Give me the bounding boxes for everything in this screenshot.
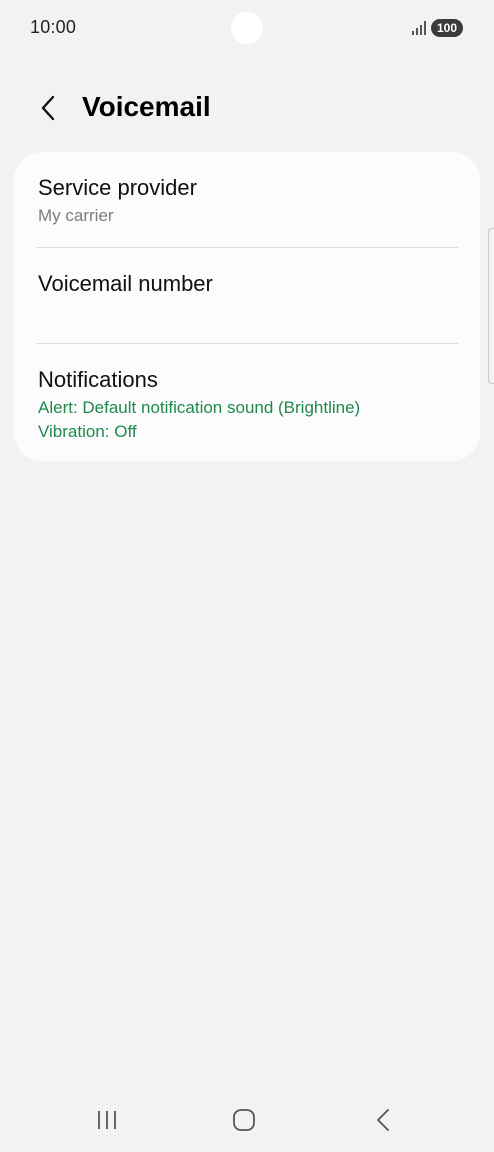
recents-button[interactable]	[87, 1102, 127, 1138]
home-button[interactable]	[224, 1102, 264, 1138]
chevron-left-icon	[41, 95, 55, 121]
settings-card: Service provider My carrier Voicemail nu…	[14, 152, 480, 461]
signal-icon	[412, 21, 426, 35]
service-provider-item[interactable]: Service provider My carrier	[14, 152, 480, 248]
recents-icon	[98, 1111, 116, 1129]
service-provider-title: Service provider	[38, 175, 197, 200]
navigation-bar	[0, 1092, 494, 1148]
notifications-item[interactable]: Notifications Alert: Default notificatio…	[14, 344, 480, 461]
voicemail-number-item[interactable]: Voicemail number	[14, 248, 480, 344]
home-icon	[233, 1109, 255, 1131]
notifications-alert: Alert: Default notification sound (Brigh…	[38, 398, 361, 417]
notifications-title: Notifications	[38, 367, 158, 392]
battery-badge: 100	[431, 19, 463, 37]
scroll-indicator[interactable]	[488, 228, 494, 384]
back-button[interactable]	[28, 88, 68, 128]
app-header: Voicemail	[0, 80, 494, 136]
camera-cutout	[231, 12, 263, 44]
page-title: Voicemail	[82, 91, 211, 122]
service-provider-value: My carrier	[38, 206, 114, 225]
status-bar: 10:00 100	[0, 0, 494, 56]
back-icon	[377, 1109, 389, 1131]
status-time: 10:00	[30, 17, 77, 37]
nav-back-button[interactable]	[363, 1102, 403, 1138]
voicemail-number-title: Voicemail number	[38, 271, 213, 296]
notifications-vibration: Vibration: Off	[38, 422, 137, 441]
